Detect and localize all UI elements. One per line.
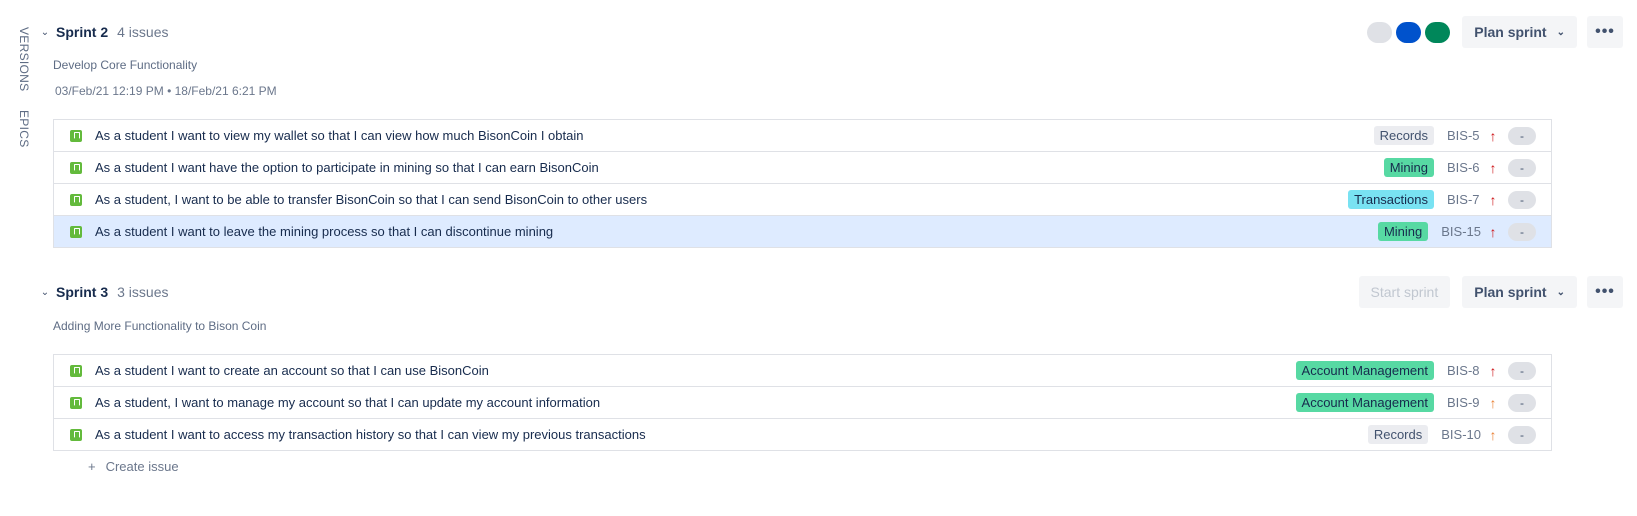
- estimate-badge: -: [1508, 222, 1536, 241]
- sprint-2-issue-count: 4 issues: [117, 24, 169, 40]
- issue-summary: As a student I want to create an account…: [95, 363, 489, 378]
- epics-tab[interactable]: EPICS: [17, 110, 31, 148]
- issue-summary: As a student, I want to manage my accoun…: [95, 395, 601, 410]
- more-actions-button[interactable]: •••: [1587, 16, 1623, 48]
- story-icon: [70, 225, 82, 238]
- sprint-2-header: ⌄ Sprint 2 4 issues Plan sprint ⌄ •••: [38, 15, 1623, 49]
- issue-row[interactable]: As a student, I want to manage my accoun…: [54, 387, 1551, 419]
- chevron-down-icon[interactable]: ⌄: [38, 287, 52, 298]
- issue-row[interactable]: As a student I want to create an account…: [54, 355, 1551, 387]
- epic-badge[interactable]: Transactions: [1348, 190, 1434, 209]
- chevron-down-icon: ⌄: [1556, 26, 1565, 38]
- plan-sprint-button[interactable]: Plan sprint ⌄: [1462, 276, 1577, 308]
- estimate-badge: -: [1508, 361, 1536, 380]
- sprint-3-name: Sprint 3: [56, 284, 109, 300]
- status-in-progress-dot: [1396, 21, 1422, 43]
- issue-key[interactable]: BIS-5: [1447, 128, 1481, 143]
- priority-highest-icon: ↑: [1489, 362, 1497, 379]
- sprint-3-goal: Adding More Functionality to Bison Coin: [53, 319, 267, 333]
- epic-badge[interactable]: Mining: [1377, 222, 1429, 241]
- more-actions-button[interactable]: •••: [1587, 276, 1623, 308]
- story-icon: [70, 428, 82, 441]
- chevron-down-icon[interactable]: ⌄: [38, 27, 52, 38]
- plan-sprint-label: Plan sprint: [1474, 24, 1547, 40]
- issue-row[interactable]: As a student I want to leave the mining …: [54, 216, 1551, 248]
- story-icon: [70, 161, 82, 174]
- plan-sprint-button[interactable]: Plan sprint ⌄: [1462, 16, 1577, 48]
- estimate-badge: -: [1508, 158, 1536, 177]
- sprint-3-header: ⌄ Sprint 3 3 issues Start sprint Plan sp…: [38, 275, 1623, 309]
- issue-summary: As a student I want to view my wallet so…: [95, 128, 584, 143]
- story-icon: [70, 129, 82, 142]
- issue-key[interactable]: BIS-9: [1447, 395, 1481, 410]
- story-icon: [70, 193, 82, 206]
- sprint-2-goal: Develop Core Functionality: [53, 58, 198, 72]
- issue-row[interactable]: As a student I want to view my wallet so…: [54, 120, 1551, 152]
- sprint-3-issue-list: As a student I want to create an account…: [53, 354, 1552, 451]
- issue-summary: As a student I want have the option to p…: [95, 160, 599, 175]
- issue-summary: As a student, I want to be able to trans…: [95, 192, 648, 207]
- priority-highest-icon: ↑: [1489, 127, 1497, 144]
- versions-tab[interactable]: VERSIONS: [17, 27, 31, 91]
- epic-badge[interactable]: Account Management: [1295, 361, 1434, 380]
- story-icon: [70, 396, 82, 409]
- priority-high-icon: ↑: [1489, 426, 1497, 443]
- sprint-3-issue-count: 3 issues: [117, 284, 169, 300]
- issue-key[interactable]: BIS-6: [1447, 160, 1481, 175]
- priority-highest-icon: ↑: [1489, 159, 1497, 176]
- issue-key[interactable]: BIS-10: [1441, 427, 1481, 442]
- estimate-badge: -: [1508, 393, 1536, 412]
- issue-row[interactable]: As a student I want have the option to p…: [54, 152, 1551, 184]
- estimate-badge: -: [1508, 190, 1536, 209]
- estimate-badge: -: [1508, 126, 1536, 145]
- issue-key[interactable]: BIS-7: [1447, 192, 1481, 207]
- status-todo-dot: [1367, 21, 1393, 43]
- start-sprint-button[interactable]: Start sprint: [1358, 276, 1451, 308]
- issue-summary: As a student I want to leave the mining …: [95, 224, 554, 239]
- estimate-badge: -: [1508, 425, 1536, 444]
- plus-icon: +: [88, 459, 96, 474]
- epic-badge[interactable]: Mining: [1383, 158, 1434, 177]
- issue-row[interactable]: As a student, I want to be able to trans…: [54, 184, 1551, 216]
- story-icon: [70, 364, 82, 377]
- priority-highest-icon: ↑: [1489, 191, 1497, 208]
- plan-sprint-label: Plan sprint: [1474, 284, 1547, 300]
- status-done-dot: [1425, 21, 1451, 43]
- sprint-2-issue-list: As a student I want to view my wallet so…: [53, 119, 1552, 248]
- epic-badge[interactable]: Records: [1373, 126, 1434, 145]
- chevron-down-icon: ⌄: [1556, 286, 1565, 298]
- create-issue-button[interactable]: + Create issue: [88, 459, 179, 474]
- issue-key[interactable]: BIS-8: [1447, 363, 1481, 378]
- priority-high-icon: ↑: [1489, 394, 1497, 411]
- create-issue-label: Create issue: [105, 459, 179, 474]
- priority-highest-icon: ↑: [1489, 223, 1497, 240]
- issue-row[interactable]: As a student I want to access my transac…: [54, 419, 1551, 451]
- sprint-2-dates: 03/Feb/21 12:19 PM • 18/Feb/21 6:21 PM: [55, 84, 277, 98]
- sprint-2-name: Sprint 2: [56, 24, 109, 40]
- issue-key[interactable]: BIS-15: [1441, 224, 1481, 239]
- epic-badge[interactable]: Account Management: [1295, 393, 1434, 412]
- epic-badge[interactable]: Records: [1367, 425, 1429, 444]
- issue-summary: As a student I want to access my transac…: [95, 427, 646, 442]
